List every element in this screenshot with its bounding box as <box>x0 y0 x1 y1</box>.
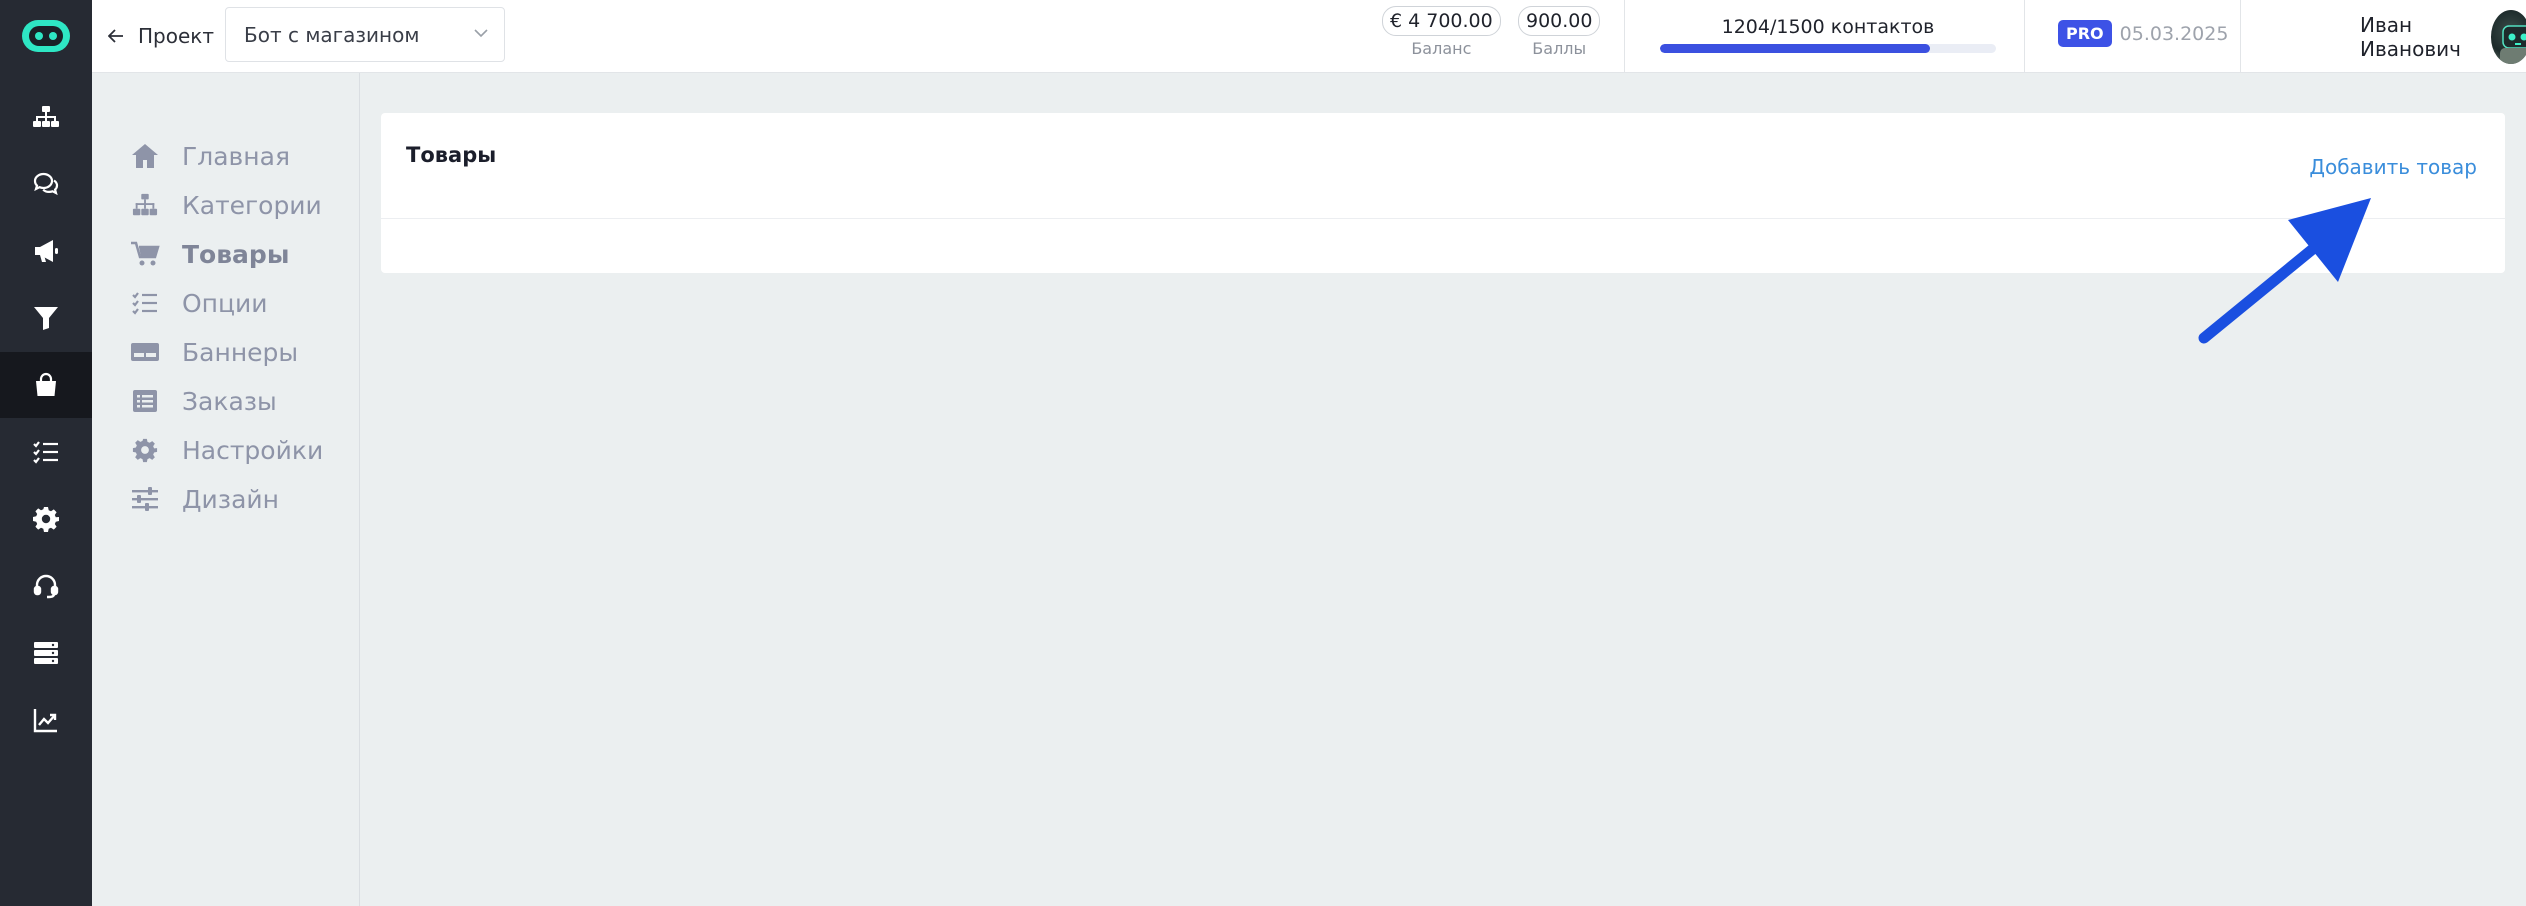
subnav-item-label: Баннеры <box>182 337 299 367</box>
balance-value: € 4 700.00 <box>1382 6 1501 36</box>
banner-icon <box>130 337 160 367</box>
points-caption: Баллы <box>1532 39 1587 58</box>
avatar <box>2491 10 2526 64</box>
subnav-item-label: Заказы <box>182 386 277 416</box>
annotation-arrow-icon <box>2198 198 2371 344</box>
robot-avatar-icon <box>2500 25 2526 64</box>
sitemap-icon <box>33 106 59 127</box>
project-select-value: Бот с магазином <box>244 22 420 47</box>
rail-item-tasks[interactable] <box>0 419 92 485</box>
header-divider <box>2024 0 2025 73</box>
subnav-item-home[interactable]: Главная <box>130 136 290 176</box>
rail-item-scenarios[interactable] <box>0 84 92 150</box>
contacts-progress-fill <box>1660 44 1930 53</box>
pro-badge: PRO <box>2058 20 2112 47</box>
subnav-item-label: Главная <box>182 141 290 171</box>
rail-item-broadcasts[interactable] <box>0 218 92 284</box>
funnel-icon <box>34 307 58 330</box>
card-divider <box>381 218 2505 219</box>
chart-line-icon <box>33 709 57 733</box>
sitemap-icon <box>130 190 160 220</box>
contacts-progress-track <box>1660 44 1996 53</box>
robot-logo-icon <box>22 20 70 52</box>
points-value: 900.00 <box>1518 6 1601 36</box>
subnav-item-label: Дизайн <box>182 484 279 514</box>
user-menu[interactable]: Иван Иванович <box>2360 10 2526 64</box>
rail-item-support[interactable] <box>0 553 92 619</box>
subnav-item-design[interactable]: Дизайн <box>130 479 279 519</box>
products-card: Товары Добавить товар <box>381 113 2505 273</box>
shopping-bag-icon <box>36 372 56 396</box>
plan-info[interactable]: PRO 05.03.2025 <box>2058 20 2228 47</box>
subnav-item-settings[interactable]: Настройки <box>130 430 323 470</box>
checklist-icon <box>33 441 58 464</box>
points-widget[interactable]: 900.00 Баллы <box>1518 6 1601 58</box>
page-title: Товары <box>406 143 497 167</box>
chevron-down-icon <box>474 29 488 38</box>
subnav-item-label: Товары <box>182 239 290 269</box>
chat-icon <box>33 172 59 196</box>
subnav-item-options[interactable]: Опции <box>130 283 268 323</box>
contacts-usage-label: 1204/1500 контактов <box>1721 16 1935 38</box>
rail-item-funnels[interactable] <box>0 285 92 351</box>
headset-icon <box>33 574 59 599</box>
subnav-item-label: Категории <box>182 190 322 220</box>
subnav-item-categories[interactable]: Категории <box>130 185 322 225</box>
back-link-label: Проект <box>138 24 215 48</box>
balance-caption: Баланс <box>1411 39 1472 58</box>
balance-widget[interactable]: € 4 700.00 Баланс <box>1382 6 1501 58</box>
back-to-project-link[interactable]: Проект <box>108 20 214 52</box>
rail-item-servers[interactable] <box>0 620 92 686</box>
checklist-icon <box>130 288 160 318</box>
top-header: Проект Бот с магазином € 4 700.00 Баланс… <box>92 0 2526 73</box>
list-icon <box>130 386 160 416</box>
subnav-item-orders[interactable]: Заказы <box>130 381 277 421</box>
main-navigation-rail <box>0 0 92 906</box>
rail-item-analytics[interactable] <box>0 687 92 753</box>
rail-item-shop[interactable] <box>0 352 92 418</box>
add-product-button[interactable]: Добавить товар <box>2309 155 2477 179</box>
user-name: Иван Иванович <box>2360 13 2461 61</box>
home-icon <box>130 141 160 171</box>
shop-subnav: Главная Категории Товары Опции Баннеры З… <box>92 73 360 906</box>
subnav-item-label: Настройки <box>182 435 324 465</box>
megaphone-icon <box>35 240 58 262</box>
subnav-item-products[interactable]: Товары <box>130 234 289 274</box>
gear-icon <box>130 435 160 465</box>
rail-item-chats[interactable] <box>0 151 92 217</box>
sliders-icon <box>130 484 160 514</box>
server-icon <box>34 642 58 664</box>
app-logo[interactable] <box>0 0 92 72</box>
plan-expiry-date: 05.03.2025 <box>2119 22 2229 45</box>
contacts-usage[interactable]: 1204/1500 контактов <box>1660 16 1996 53</box>
header-divider <box>1624 0 1625 73</box>
arrow-left-icon <box>108 29 123 43</box>
project-select[interactable]: Бот с магазином <box>225 7 505 62</box>
subnav-item-banners[interactable]: Баннеры <box>130 332 298 372</box>
rail-item-settings[interactable] <box>0 486 92 552</box>
gear-icon <box>33 507 59 532</box>
cart-icon <box>130 239 160 269</box>
header-divider <box>2240 0 2241 73</box>
subnav-item-label: Опции <box>182 288 268 318</box>
